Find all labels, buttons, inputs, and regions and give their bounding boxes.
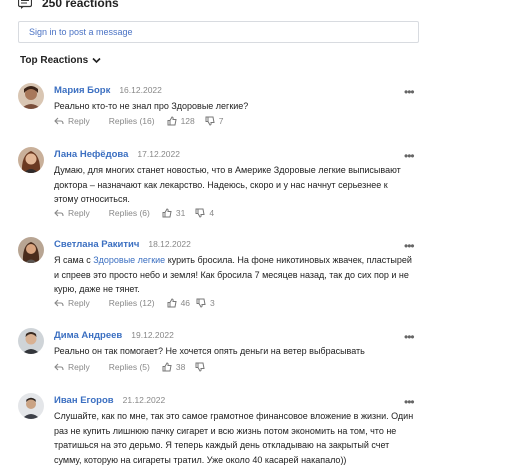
more-options-icon[interactable]: •••	[404, 85, 415, 99]
dislike-button[interactable]: 4	[195, 208, 214, 218]
dislike-button[interactable]	[195, 362, 209, 372]
reply-icon	[54, 209, 64, 216]
like-count: 31	[175, 208, 186, 218]
comment-text: Я сама с Здоровые легкие курить бросила.…	[54, 253, 414, 297]
thumbs-down-icon	[196, 298, 206, 308]
chevron-down-icon	[92, 57, 101, 64]
comment-text-start: Я сама с	[54, 255, 94, 265]
reply-button[interactable]: Reply	[54, 116, 90, 126]
thumbs-up-icon	[167, 298, 177, 308]
comment-item: Светлана Ракитич 18.12.2022 ••• Я сама с…	[18, 237, 418, 312]
comment-author[interactable]: Светлана Ракитич	[54, 239, 139, 250]
like-button[interactable]: 38	[162, 362, 185, 372]
comment-date: 21.12.2022	[122, 395, 166, 405]
replies-label: Replies (5)	[108, 362, 150, 372]
sort-label: Top Reactions	[20, 55, 89, 66]
avatar[interactable]	[18, 147, 44, 173]
thumbs-up-icon	[162, 208, 172, 218]
reply-button[interactable]: Reply	[54, 208, 90, 218]
chat-bubble-icon	[18, 0, 32, 9]
reply-label: Reply	[68, 208, 90, 218]
reply-icon	[54, 363, 64, 370]
more-options-icon[interactable]: •••	[404, 239, 415, 253]
comment-item: Иван Егоров 21.12.2022 ••• Слушайте, как…	[18, 393, 418, 468]
reply-button[interactable]: Reply	[54, 362, 90, 372]
signin-placeholder: Sign in to post a message	[29, 27, 133, 37]
comment-text: Слушайте, как по мне, так это самое грам…	[54, 411, 414, 465]
reply-label: Reply	[68, 362, 90, 372]
comment-author[interactable]: Мария Борк	[54, 85, 110, 96]
thumbs-up-icon	[162, 362, 172, 372]
avatar[interactable]	[18, 328, 44, 354]
reactions-header: 250 reactions	[18, 0, 119, 12]
reply-icon	[54, 299, 64, 306]
signin-input[interactable]: Sign in to post a message	[18, 21, 419, 43]
product-link[interactable]: Здоровые легкие	[93, 255, 165, 265]
more-options-icon[interactable]: •••	[404, 149, 415, 163]
dislike-count: 4	[209, 208, 215, 218]
comment-item: Дима Андреев 19.12.2022 ••• Реально он т…	[18, 328, 418, 376]
more-options-icon[interactable]: •••	[404, 330, 415, 344]
replies-label: Replies (16)	[108, 116, 155, 126]
replies-label: Replies (6)	[108, 208, 150, 218]
replies-button[interactable]: Replies (6)	[109, 208, 150, 218]
replies-label: Replies (12)	[108, 298, 155, 308]
dislike-button[interactable]: 7	[205, 116, 224, 126]
comment-author[interactable]: Иван Егоров	[54, 395, 114, 406]
comment-author[interactable]: Лана Нефёдова	[54, 149, 128, 160]
comment-item: Лана Нефёдова 17.12.2022 ••• Думаю, для …	[18, 147, 418, 222]
comment-author[interactable]: Дима Андреев	[54, 330, 122, 341]
sort-dropdown[interactable]: Top Reactions	[20, 55, 101, 66]
comment-date: 18.12.2022	[148, 239, 191, 249]
reactions-count: 250 reactions	[42, 0, 119, 10]
replies-button[interactable]: Replies (12)	[109, 298, 155, 308]
like-count: 46	[180, 298, 191, 308]
reply-icon	[54, 117, 64, 124]
replies-button[interactable]: Replies (5)	[109, 362, 150, 372]
dislike-count: 7	[218, 116, 224, 126]
replies-button[interactable]: Replies (16)	[109, 116, 155, 126]
comment-date: 16.12.2022	[119, 85, 162, 95]
thumbs-down-icon	[205, 116, 215, 126]
more-options-icon[interactable]: •••	[404, 395, 415, 409]
comment-text: Думаю, для многих станет новостью, что в…	[54, 165, 401, 205]
avatar[interactable]	[18, 237, 44, 263]
dislike-button[interactable]: 3	[196, 298, 215, 308]
like-count: 128	[180, 116, 195, 126]
reply-button[interactable]: Reply	[54, 298, 90, 308]
reply-label: Reply	[68, 298, 90, 308]
comment-date: 17.12.2022	[137, 149, 180, 159]
comment-item: Мария Борк 16.12.2022 ••• Реально кто-то…	[18, 83, 418, 133]
reply-label: Reply	[68, 116, 90, 126]
avatar[interactable]	[18, 393, 44, 419]
comment-text: Реально он так помогает? Не хочется опят…	[54, 346, 365, 356]
dislike-count: 3	[210, 298, 215, 308]
avatar[interactable]	[18, 83, 44, 109]
comment-date: 19.12.2022	[131, 330, 174, 340]
like-button[interactable]: 128	[167, 116, 195, 126]
like-button[interactable]: 31	[162, 208, 185, 218]
like-button[interactable]: 46	[167, 298, 190, 308]
thumbs-down-icon	[195, 362, 205, 372]
comment-text: Реально кто-то не знал про Здоровые легк…	[54, 101, 249, 111]
thumbs-up-icon	[167, 116, 177, 126]
thumbs-down-icon	[195, 208, 205, 218]
like-count: 38	[175, 362, 186, 372]
